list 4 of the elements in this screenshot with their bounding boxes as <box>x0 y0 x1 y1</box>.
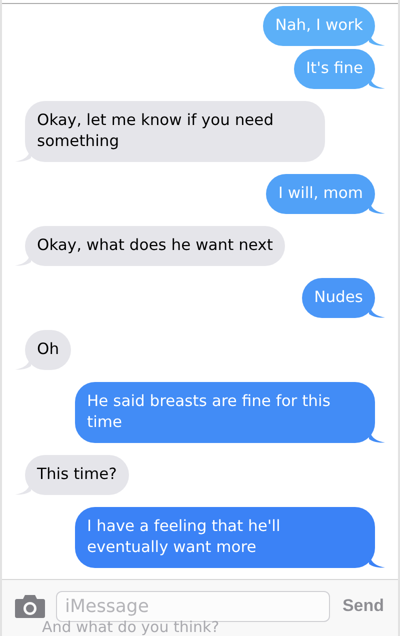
message-input[interactable]: iMessage <box>56 590 330 622</box>
camera-icon[interactable] <box>14 594 46 618</box>
underlay-text: And what do you think? <box>42 619 220 635</box>
send-button[interactable]: Send <box>340 596 386 616</box>
